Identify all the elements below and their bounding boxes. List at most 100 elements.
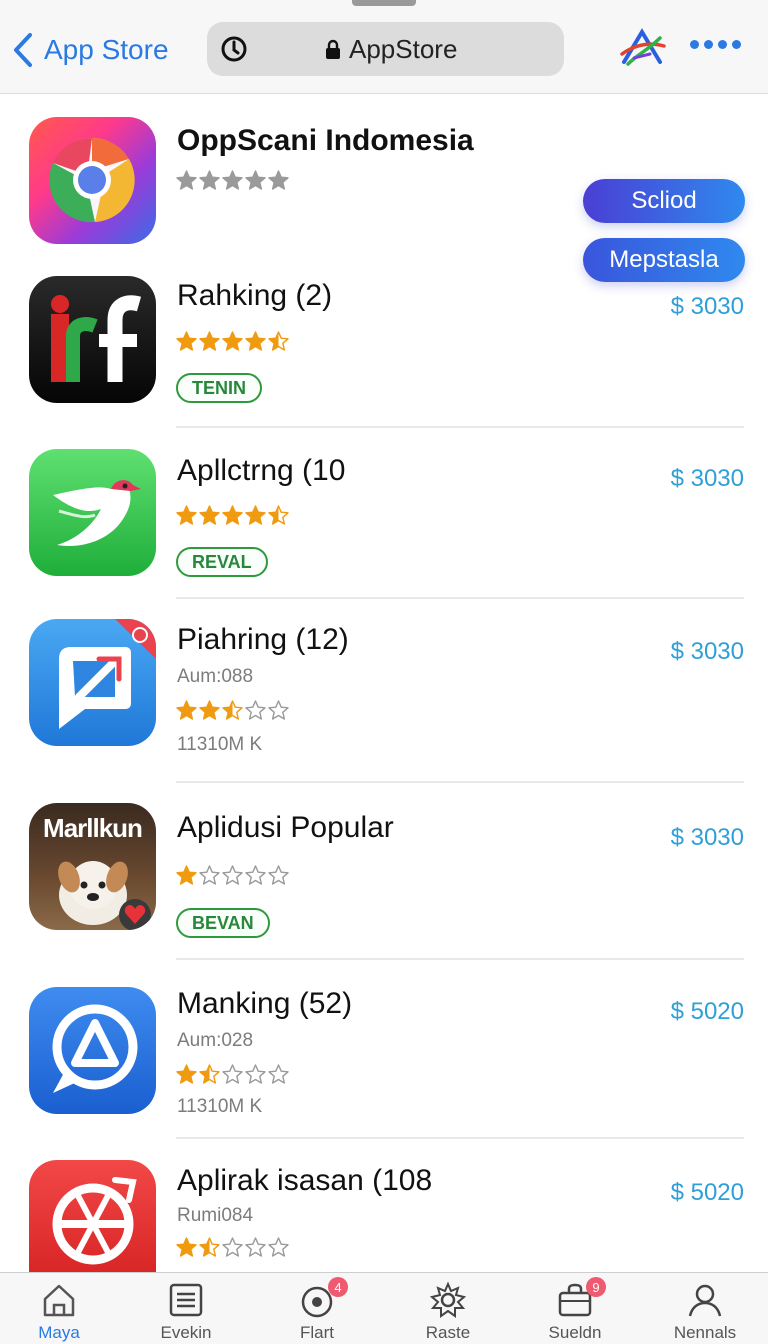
app-name: Aplidusi Popular: [177, 811, 394, 844]
star-icon: [268, 505, 289, 525]
row-divider: [176, 597, 744, 599]
compass-shape-icon: [52, 1177, 137, 1265]
address-bar[interactable]: AppStore: [207, 22, 564, 76]
tab-flart[interactable]: 4 Flart: [262, 1273, 372, 1344]
featured-rating-stars: [176, 170, 289, 191]
app-price[interactable]: $ 3030: [671, 638, 744, 666]
more-dot: [732, 40, 741, 49]
app-status-badge: BEVAN: [176, 908, 270, 938]
star-icon: [245, 700, 266, 720]
star-icon: [245, 1237, 266, 1257]
app-rating-stars: [176, 1064, 289, 1085]
star-icon: [245, 1064, 266, 1084]
tab-label: Raste: [425, 1323, 471, 1342]
app-name: Piahring (12): [177, 623, 349, 656]
tab-maya[interactable]: Maya: [4, 1273, 114, 1344]
app-name: Manking (52): [177, 987, 353, 1020]
star-icon: [245, 170, 266, 190]
more-options-button[interactable]: [690, 40, 741, 49]
row-divider: [176, 781, 744, 783]
star-icon: [268, 865, 289, 885]
rf-logo-icon: [29, 276, 156, 403]
app-status-badge: REVAL: [176, 547, 268, 577]
share-arrow-icon: [29, 619, 156, 746]
notification-badge: 4: [328, 1277, 348, 1297]
brand-logo-icon[interactable]: [620, 28, 666, 68]
tab-label: Evekin: [160, 1323, 212, 1342]
tab-sueldn[interactable]: 9 Sueldn: [520, 1273, 630, 1344]
star-icon: [268, 331, 289, 351]
tab-raste[interactable]: Raste: [393, 1273, 503, 1344]
compass-icon: [29, 1160, 156, 1272]
navigation-bar: App Store AppStore: [0, 0, 768, 94]
featured-secondary-button[interactable]: Mepstasla: [583, 238, 745, 282]
star-icon: [268, 170, 289, 190]
star-icon: [176, 1064, 197, 1084]
app-price[interactable]: $ 3030: [671, 293, 744, 321]
list-icon: [169, 1283, 203, 1317]
star-icon: [222, 505, 243, 525]
app-rating-stars: [176, 700, 289, 721]
star-icon: [176, 505, 197, 525]
star-icon: [199, 170, 220, 190]
app-meta: 11310M K: [177, 734, 263, 755]
chat-triangle-icon: [29, 987, 156, 1114]
app-name: Aplirak isasan (108: [177, 1164, 433, 1197]
star-icon: [222, 170, 243, 190]
address-text: AppStore: [325, 22, 457, 76]
app-status-badge: TENIN: [176, 373, 262, 403]
app-rating-stars: [176, 1237, 289, 1258]
clock-info-icon[interactable]: [219, 34, 249, 64]
app-rating-stars: [176, 865, 289, 886]
back-button[interactable]: App Store: [10, 28, 169, 72]
chevron-left-icon: [14, 33, 32, 67]
star-icon: [199, 331, 220, 351]
featured-primary-label: Scliod: [631, 187, 697, 214]
app-price[interactable]: $ 3030: [671, 465, 744, 493]
app-price[interactable]: $ 5020: [671, 1179, 744, 1207]
lock-icon: [326, 39, 340, 59]
star-icon: [199, 700, 220, 720]
rf-letters-icon: [51, 295, 142, 382]
star-icon: [245, 865, 266, 885]
app-price[interactable]: $ 5020: [671, 998, 744, 1026]
gear-flower-icon: [429, 1281, 467, 1318]
star-icon: [176, 700, 197, 720]
star-icon: [268, 700, 289, 720]
star-icon: [245, 505, 266, 525]
bird-shape-icon: [53, 480, 141, 546]
more-dot: [704, 40, 713, 49]
row-divider: [176, 1137, 744, 1139]
tab-label: Maya: [38, 1323, 80, 1342]
sheet-grabber[interactable]: [352, 0, 416, 6]
star-icon: [199, 865, 220, 885]
star-icon: [222, 700, 243, 720]
tab-nennals[interactable]: Nennals: [650, 1273, 760, 1344]
app-rating-stars: [176, 331, 289, 352]
star-icon: [222, 865, 243, 885]
star-icon: [199, 1237, 220, 1257]
chrome-like-app-icon: [29, 117, 156, 244]
app-meta: 11310M K: [177, 1096, 263, 1117]
app-price[interactable]: $ 3030: [671, 824, 744, 852]
star-icon: [199, 505, 220, 525]
address-label: AppStore: [349, 33, 458, 64]
star-icon: [176, 331, 197, 351]
tab-bar: Maya Evekin 4 Flart Raste 9 Sueldn Nenna…: [0, 1272, 768, 1344]
star-icon: [245, 331, 266, 351]
row-divider: [176, 426, 744, 428]
tab-label: Sueldn: [548, 1323, 602, 1342]
star-icon: [222, 331, 243, 351]
back-label: App Store: [44, 34, 169, 65]
tab-evekin[interactable]: Evekin: [131, 1273, 241, 1344]
chat-triangle-shape-icon: [52, 1004, 138, 1093]
star-icon: [176, 865, 197, 885]
star-icon: [176, 170, 197, 190]
notification-badge: 9: [586, 1277, 606, 1297]
icon-caption: Marllkun: [43, 813, 143, 843]
featured-primary-button[interactable]: Scliod: [583, 179, 745, 223]
app-rating-stars: [176, 505, 289, 526]
home-icon: [43, 1284, 75, 1317]
star-icon: [222, 1064, 243, 1084]
tab-label: Flart: [300, 1323, 334, 1342]
